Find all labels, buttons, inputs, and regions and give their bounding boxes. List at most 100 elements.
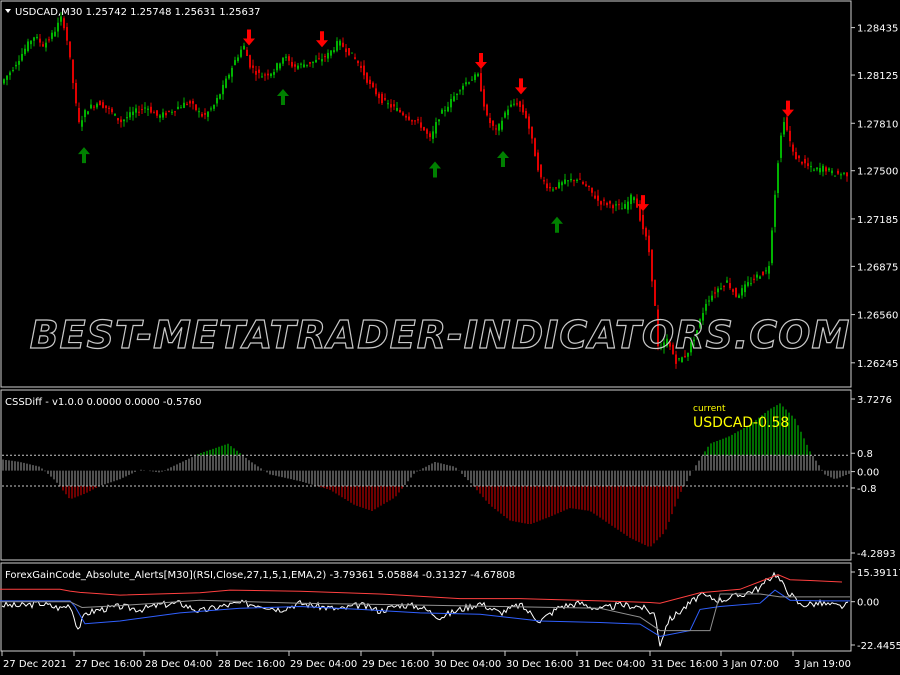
candle-body [297,65,299,69]
candle-body [600,201,602,205]
y-axis-ticks: 1.28435 1.28125 1.27810 1.27500 1.27185 1.268… [851,24,900,652]
watermark: BEST-METATRADER-INDICATORS.COM [30,313,851,357]
candle-body [738,295,740,298]
candle-body [207,111,209,117]
candle-body [516,103,518,105]
candle-body [594,195,596,199]
candle-body [450,98,452,108]
candle-body [276,63,278,71]
candle-body [645,228,647,237]
candle-body [240,49,242,57]
candle-body [231,67,233,77]
x-tick-label: 28 Dec 16:00 [218,659,285,670]
candle-body [183,102,185,108]
candle-body [747,282,749,286]
candle-body [381,93,383,104]
candle-body [90,104,92,109]
candle-body [57,22,59,32]
candle-body [603,199,605,201]
candle-body [111,108,113,113]
candle-body [585,184,587,186]
candle-body [87,111,89,115]
candle-body [135,108,137,113]
candle-body [315,59,317,63]
candle-body [354,57,356,59]
candle-body [567,180,569,182]
candle-body [237,57,239,62]
candle-body [846,172,848,177]
x-tick-label: 31 Dec 16:00 [651,659,718,670]
candle-body [843,172,845,174]
candle-body [141,109,143,111]
x-tick-label: 27 Dec 16:00 [75,659,142,670]
candle-body [744,284,746,293]
candle-body [822,165,824,172]
candle-body [330,50,332,56]
candle-body [774,194,776,227]
candle-body [597,195,599,201]
candle-body [717,288,719,293]
candle-body [630,194,632,204]
candle-body [771,230,773,264]
candle-body [549,186,551,189]
x-tick-label: 28 Dec 04:00 [145,659,212,670]
candle-body [375,88,377,95]
candle-body [108,107,110,109]
chart-canvas: 1.28435 1.28125 1.27810 1.27500 1.27185 1.268… [0,0,900,670]
candle-body [204,113,206,115]
candle-body [189,101,191,104]
candle-body [351,52,353,54]
candle-body [213,105,215,109]
candle-body [840,174,842,176]
current-value: USDCAD-0.58 [693,415,789,431]
candle-body [15,64,17,67]
candle-body [51,32,53,39]
candle-body [348,48,350,55]
y-tick-label: -22.4455 [857,641,900,652]
candle-body [387,103,389,105]
candle-body [255,70,257,75]
candle-body [426,129,428,134]
candle-body [30,40,32,45]
candle-body [534,138,536,157]
candle-body [486,104,488,116]
x-tick-label: 3 Jan 19:00 [794,659,851,670]
candle-body [321,59,323,62]
candle-body [153,112,155,114]
candle-body [294,64,296,67]
candle-body [513,103,515,105]
candle-body [453,96,455,102]
candle-body [165,112,167,116]
candle-body [510,104,512,107]
candle-body [762,271,764,275]
candle-body [540,164,542,178]
candle-body [678,358,680,360]
candle-body [723,286,725,288]
candle-body [729,283,731,289]
candle-body [618,204,620,206]
x-tick-label: 27 Dec 2021 [3,659,67,670]
candle-body [81,120,83,127]
candle-body [75,82,77,104]
candle-body [339,40,341,46]
candle-body [156,110,158,116]
candle-body [708,300,710,302]
candle-body [624,204,626,209]
candle-body [474,74,476,80]
candle-body [132,111,134,116]
candle-body [627,201,629,210]
candle-body [150,106,152,113]
candle-body [372,82,374,88]
candle-body [162,112,164,118]
candle-body [243,45,245,50]
candle-body [24,48,26,55]
candle-body [228,74,230,79]
candle-body [96,103,98,108]
candle-body [195,104,197,111]
candle-body [780,135,782,158]
candle-body [333,50,335,53]
candle-body [447,106,449,112]
candle-body [312,61,314,64]
candle-body [18,60,20,65]
candle-body [648,235,650,253]
